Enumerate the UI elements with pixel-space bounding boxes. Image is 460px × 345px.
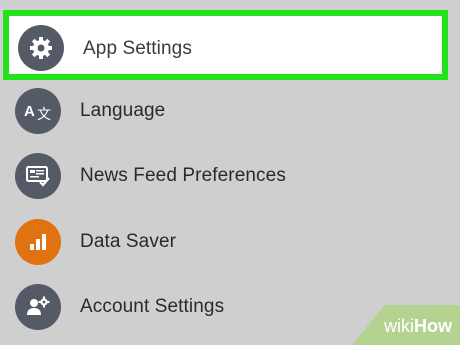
wikihow-watermark: wikiHow (384, 316, 452, 337)
bar-chart-icon (15, 218, 61, 265)
menu-item-label: Language (80, 99, 166, 121)
account-gear-icon (15, 283, 61, 330)
menu-item-news-feed-preferences[interactable]: News Feed Preferences (0, 143, 460, 208)
menu-item-label: Data Saver (80, 230, 177, 252)
translate-icon: A 文 (15, 87, 61, 134)
menu-item-label: Account Settings (80, 295, 225, 317)
news-feed-icon (15, 152, 61, 199)
settings-menu: App Settings A 文 Language News Feed Pref… (0, 0, 460, 345)
menu-item-label: App Settings (83, 38, 192, 59)
watermark-suffix: How (414, 316, 452, 336)
menu-item-language[interactable]: A 文 Language (0, 78, 460, 143)
menu-item-label: News Feed Preferences (80, 164, 286, 186)
gear-icon (18, 25, 64, 71)
menu-item-app-settings[interactable]: App Settings (3, 10, 448, 80)
svg-text:文: 文 (37, 107, 51, 123)
svg-text:A: A (24, 103, 35, 120)
watermark-prefix: wiki (384, 316, 414, 336)
menu-item-data-saver[interactable]: Data Saver (0, 209, 460, 274)
